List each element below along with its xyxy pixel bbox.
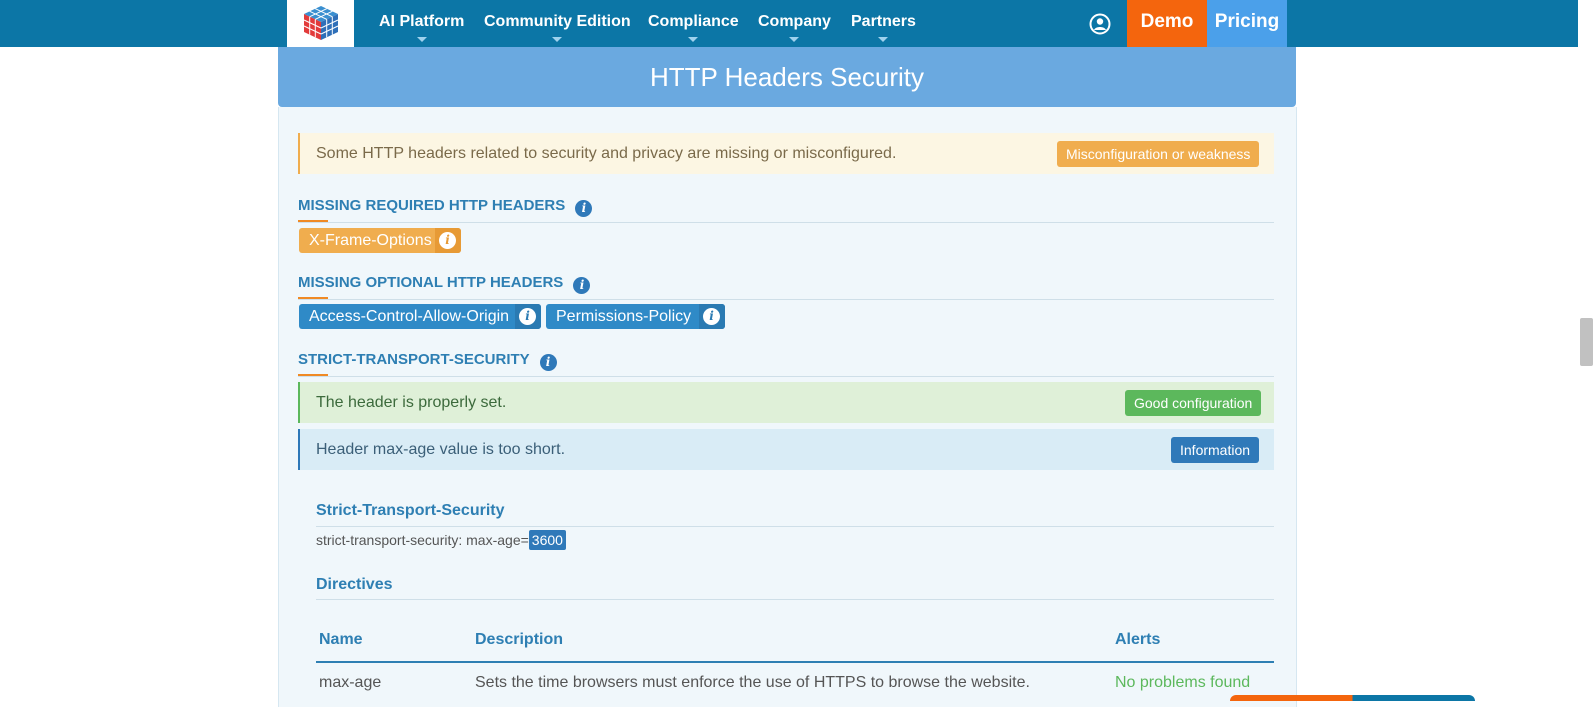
nav-label: AI Platform (379, 13, 465, 30)
section-divider (298, 376, 1274, 377)
header-tag-access-control-allow-origin[interactable]: Access-Control-Allow-Origin i (299, 304, 541, 329)
info-alert-text: Header max-age value is too short. (316, 441, 566, 458)
logo[interactable] (287, 0, 354, 47)
section-title-text: MISSING REQUIRED HTTP HEADERS (298, 197, 566, 214)
sub-divider (316, 526, 1274, 527)
caret-down-icon (416, 37, 427, 42)
header-tag-label: Access-Control-Allow-Origin (309, 308, 510, 325)
nav-label: Partners (851, 13, 916, 30)
header-tag-label: Permissions-Policy (556, 308, 692, 325)
header-tag-label: X-Frame-Options (309, 232, 432, 249)
info-icon[interactable]: i (539, 354, 557, 371)
caret-down-icon (789, 37, 800, 42)
raw-header-prefix: strict-transport-security: max-age= (316, 532, 529, 548)
misconfiguration-badge: Misconfiguration or weakness (1057, 141, 1260, 167)
table-cell-description: Sets the time browsers must enforce the … (475, 674, 1030, 691)
max-age-value: 3600 (528, 530, 566, 550)
info-alert: Header max-age value is too short. (298, 429, 1274, 470)
cube-logo-icon (303, 6, 339, 40)
table-header-divider (316, 661, 1274, 663)
section-title-text: MISSING OPTIONAL HTTP HEADERS (298, 274, 564, 291)
warning-alert-text: Some HTTP headers related to security an… (316, 145, 897, 162)
pricing-button[interactable]: Pricing (1207, 0, 1287, 47)
info-icon: i (519, 308, 536, 325)
nav-partners[interactable]: Partners (851, 0, 916, 47)
info-icon[interactable]: i (573, 277, 591, 294)
section-title-text: STRICT-TRANSPORT-SECURITY (298, 351, 530, 368)
nav-label: Compliance (648, 13, 739, 30)
tag-info-button[interactable]: i (699, 304, 725, 329)
nav-community-edition[interactable]: Community Edition (484, 0, 631, 47)
column-header-name: Name (319, 631, 363, 648)
nav-company[interactable]: Company (758, 0, 831, 47)
hsts-title: STRICT-TRANSPORT-SECURITY i (298, 351, 557, 371)
good-configuration-badge: Good configuration (1125, 390, 1262, 416)
demo-button[interactable]: Demo (1127, 0, 1207, 47)
caret-down-icon (688, 37, 699, 42)
user-account-icon[interactable] (1089, 13, 1111, 35)
hsts-header-name: Strict-Transport-Security (316, 502, 505, 519)
directives-title: Directives (316, 576, 393, 593)
info-icon[interactable]: i (575, 200, 593, 217)
header-tag-x-frame-options[interactable]: X-Frame-Options i (299, 228, 461, 253)
missing-required-title: MISSING REQUIRED HTTP HEADERS i (298, 197, 593, 217)
table-cell-alert: No problems found (1115, 674, 1251, 691)
section-divider (298, 222, 1274, 223)
info-icon: i (703, 308, 720, 325)
chat-widget-tab[interactable] (1230, 695, 1475, 701)
info-icon: i (439, 232, 456, 249)
nav-label: Company (758, 13, 831, 30)
nav-compliance[interactable]: Compliance (648, 0, 739, 47)
tag-info-button[interactable]: i (515, 304, 541, 329)
tag-info-button[interactable]: i (435, 228, 461, 253)
caret-down-icon (878, 37, 889, 42)
success-alert-text: The header is properly set. (316, 394, 507, 411)
section-divider (298, 299, 1274, 300)
scrollbar-thumb[interactable] (1580, 318, 1593, 366)
header-tag-permissions-policy[interactable]: Permissions-Policy i (546, 304, 725, 329)
column-header-alerts: Alerts (1115, 631, 1161, 648)
missing-optional-title: MISSING OPTIONAL HTTP HEADERS i (298, 274, 591, 294)
nav-ai-platform[interactable]: AI Platform (379, 0, 464, 47)
caret-down-icon (552, 37, 563, 42)
raw-header-line: strict-transport-security: max-age= 3600 (316, 530, 566, 550)
sub-divider (316, 599, 1274, 600)
panel-title: HTTP Headers Security (278, 47, 1296, 107)
table-cell-name: max-age (319, 674, 382, 691)
information-badge: Information (1171, 437, 1260, 463)
column-header-description: Description (475, 631, 564, 648)
nav-label: Community Edition (484, 13, 631, 30)
top-navbar: AI Platform Community Edition Compliance… (0, 0, 1595, 47)
